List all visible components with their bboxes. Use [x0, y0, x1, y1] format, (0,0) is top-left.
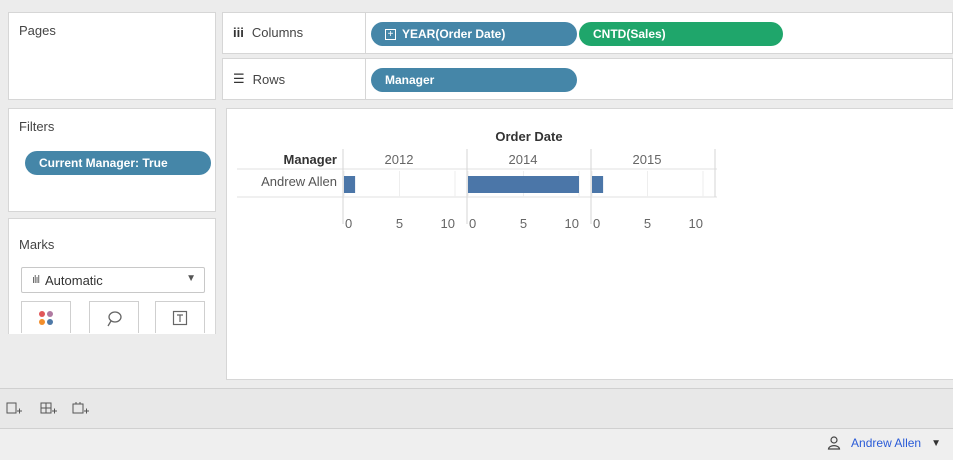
axis-tick-label: 0: [345, 216, 352, 231]
new-dashboard-icon[interactable]: [40, 401, 58, 417]
pane-header: 2014: [509, 152, 538, 167]
axis-tick-label: 0: [469, 216, 476, 231]
chart-title: Order Date: [495, 129, 562, 144]
user-icon: [827, 436, 841, 450]
bar-chart-icon: ılıl: [32, 274, 40, 286]
axis-tick-label: 5: [396, 216, 403, 231]
mark-type-label: Automatic: [45, 272, 103, 288]
mark-type-dropdown[interactable]: ılıl Automatic ▼: [21, 267, 205, 293]
pill-label: YEAR(Order Date): [402, 27, 506, 41]
axis-tick-label: 0: [593, 216, 600, 231]
year-order-date-pill[interactable]: + YEAR(Order Date): [371, 22, 577, 46]
row-label: Andrew Allen: [261, 174, 337, 189]
bar-chart: Order Date Manager Andrew Allen 2012 0 5 10 201…: [237, 129, 717, 231]
expand-icon[interactable]: +: [385, 28, 396, 40]
pill-label: Manager: [385, 73, 435, 87]
shelf-divider: [365, 13, 366, 53]
status-bar: Andrew Allen ▼: [0, 428, 953, 460]
new-worksheet-icon[interactable]: [6, 401, 24, 417]
axis-tick-label: 5: [520, 216, 527, 231]
detail-button[interactable]: [89, 301, 139, 333]
user-name[interactable]: Andrew Allen: [851, 436, 921, 450]
bar: [592, 176, 604, 193]
axis-tick-label: 10: [565, 216, 579, 231]
filters-title: Filters: [19, 119, 55, 134]
color-button[interactable]: [21, 301, 71, 333]
marks-title: Marks: [19, 237, 55, 252]
pill-label: CNTD(Sales): [593, 27, 666, 41]
cntd-sales-pill[interactable]: CNTD(Sales): [579, 22, 783, 46]
axis-tick-label: 10: [441, 216, 455, 231]
chevron-down-icon[interactable]: ▼: [931, 438, 941, 449]
filters-card[interactable]: Filters Current Manager: True: [8, 108, 216, 212]
tableau-workspace: Pages iii Columns + YEAR(Order Date) CNT…: [0, 0, 953, 460]
axis-tick-label: 5: [644, 216, 651, 231]
color-dots-icon: [39, 310, 53, 325]
bar: [468, 176, 579, 193]
label-text-icon: [172, 310, 188, 325]
pages-title: Pages: [19, 23, 56, 38]
rows-shelf[interactable]: ☰ Rows Manager: [222, 58, 953, 100]
columns-icon: iii: [233, 25, 244, 40]
label-button[interactable]: [155, 301, 205, 333]
viz-area[interactable]: Order Date Manager Andrew Allen 2012 0 5 10 201…: [226, 108, 953, 380]
manager-pill[interactable]: Manager: [371, 68, 577, 92]
pill-label: Current Manager: True: [39, 156, 168, 170]
user-menu[interactable]: Andrew Allen ▼: [827, 436, 941, 450]
row-header: Manager: [284, 152, 337, 167]
pane-header: 2015: [633, 152, 662, 167]
sheet-tab-bar: [0, 388, 953, 428]
shelf-divider: [365, 59, 366, 99]
rows-icon: ☰: [233, 71, 245, 86]
current-manager-filter-pill[interactable]: Current Manager: True: [25, 151, 211, 175]
chevron-down-icon: ▼: [186, 273, 196, 284]
columns-label: Columns: [251, 25, 304, 40]
new-story-icon[interactable]: [72, 401, 90, 417]
columns-shelf[interactable]: iii Columns + YEAR(Order Date) CNTD(Sale…: [222, 12, 953, 54]
bar: [344, 176, 356, 193]
pages-card[interactable]: Pages: [8, 12, 216, 100]
pane-header: 2012: [385, 152, 414, 167]
detail-lasso-icon: [107, 310, 122, 326]
rows-label: Rows: [252, 71, 286, 87]
axis-tick-label: 10: [689, 216, 703, 231]
marks-card[interactable]: Marks ılıl Automatic ▼: [8, 218, 216, 334]
